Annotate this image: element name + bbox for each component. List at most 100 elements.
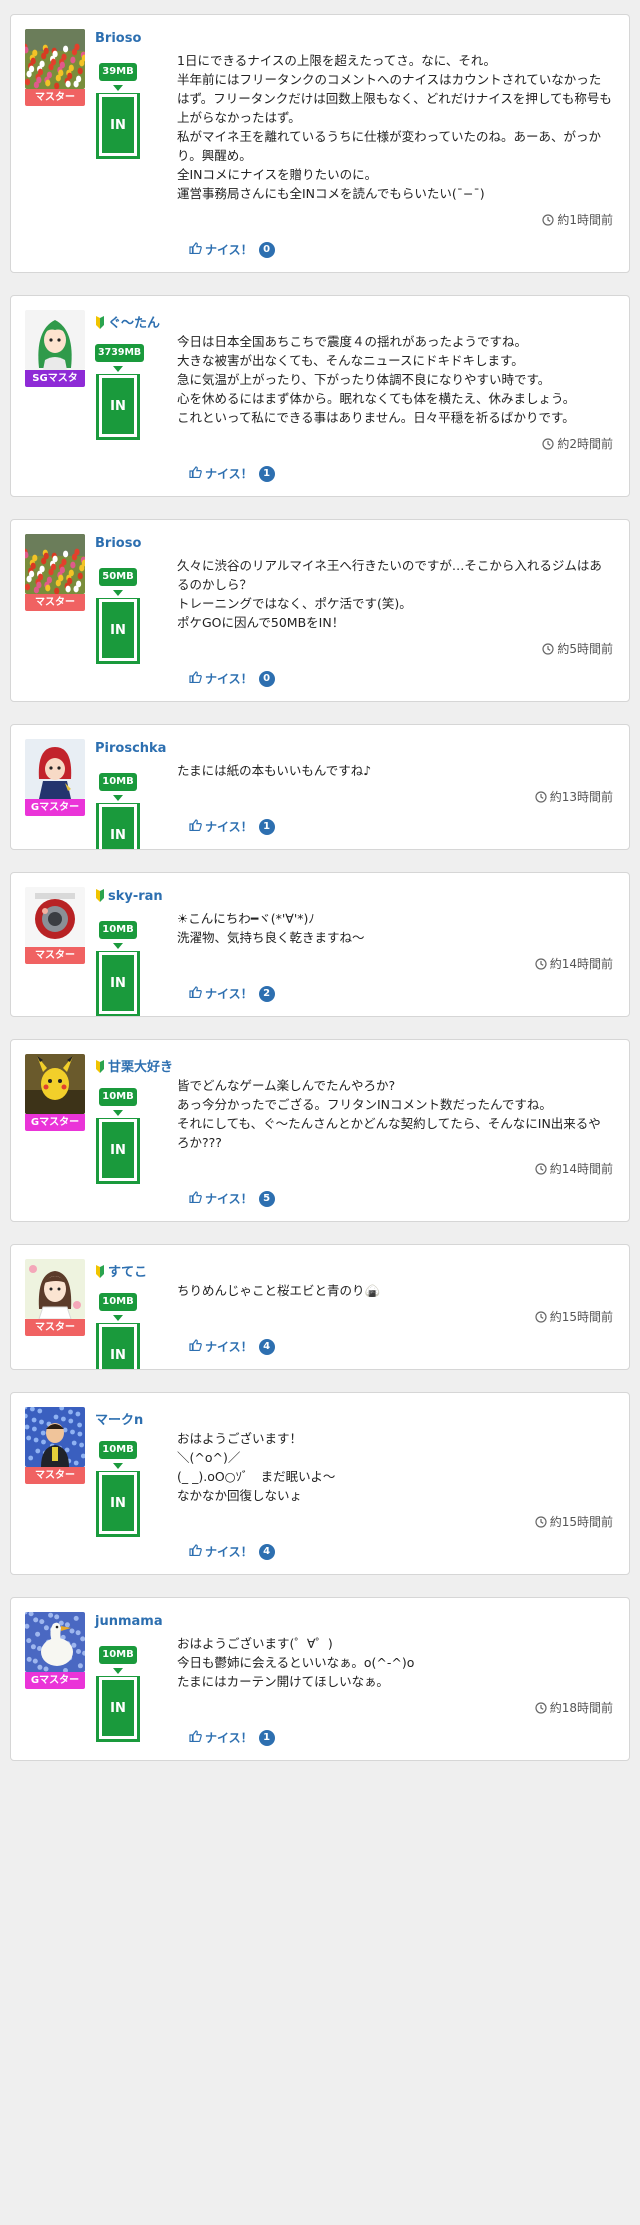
nice-count-badge: 2 — [258, 985, 275, 1002]
nice-label: ナイス！ — [205, 820, 253, 834]
user-avatar[interactable] — [25, 310, 85, 370]
user-avatar[interactable] — [25, 887, 85, 947]
in-amount-block: 10MB IN — [95, 1642, 141, 1742]
post-card: Gマスター junmama 10MB IN おはようございます(゜∀゜) 今日も鬱姉に会… — [10, 1597, 630, 1761]
in-label: IN — [102, 1475, 134, 1531]
thumbs-up-icon — [189, 1191, 202, 1206]
user-name[interactable]: Brioso — [95, 31, 141, 46]
nice-button[interactable]: ナイス！ 4 — [189, 1338, 275, 1355]
rank-badge: Gマスター — [25, 1114, 85, 1131]
user-avatar-block[interactable]: Gマスター — [25, 1054, 85, 1131]
comment-text: ☀こんにちわ━ヾ(*'∀'*)ﾉ 洗濯物、気持ち良く乾きますね〜 — [177, 911, 365, 945]
user-name-link[interactable]: Brioso — [95, 31, 141, 46]
beginner-mark-icon — [95, 1060, 105, 1077]
down-arrow-icon — [113, 943, 123, 949]
time-ago-text: 約1時間前 — [557, 213, 613, 227]
nice-label: ナイス！ — [205, 987, 253, 1001]
mb-amount-badge: 10MB — [99, 1646, 137, 1664]
in-label: IN — [102, 1122, 134, 1178]
rank-badge: マスター — [25, 1319, 85, 1336]
post-card: マスター すてこ 10MB IN ちりめんじゃこと桜エビと青のり🍙 約15時間前 ナイス！ 4 — [10, 1244, 630, 1370]
comment-text: ちりめんじゃこと桜エビと青のり🍙 — [177, 1283, 381, 1298]
user-avatar-block[interactable]: Gマスター — [25, 1612, 85, 1689]
nice-button[interactable]: ナイス！ 0 — [189, 241, 275, 258]
user-name[interactable]: ぐ〜たん — [108, 316, 160, 331]
in-tank-icon: IN — [96, 1471, 140, 1537]
in-amount-block: 10MB IN — [95, 769, 141, 849]
user-name-link[interactable]: マークn — [95, 1409, 143, 1428]
nice-count-badge: 4 — [258, 1543, 275, 1560]
nice-count-badge: 1 — [258, 1729, 275, 1746]
in-amount-block: 10MB IN — [95, 1084, 141, 1184]
mb-amount-badge: 3739MB — [95, 344, 145, 362]
user-avatar[interactable] — [25, 1259, 85, 1319]
nice-label: ナイス！ — [205, 1192, 253, 1206]
nice-label: ナイス！ — [205, 672, 253, 686]
time-ago-text: 約13時間前 — [549, 790, 613, 804]
nice-button[interactable]: ナイス！ 1 — [189, 465, 275, 482]
user-name[interactable]: junmama — [95, 1614, 163, 1629]
down-arrow-icon — [113, 795, 123, 801]
nice-count-badge: 0 — [258, 670, 275, 687]
user-name-link[interactable]: すてこ — [95, 1261, 147, 1282]
free-tank-feed: マスター Brioso 39MB IN 1日にできるナイスの上限を超えたってさ。なに、そ… — [10, 14, 630, 1761]
clock-icon — [535, 958, 547, 973]
user-avatar-block[interactable]: マスター — [25, 1259, 85, 1336]
comment-text: 今日は日本全国あちこちで震度４の揺れがあったようですね。 大きな被害が出なくても… — [177, 334, 576, 425]
user-avatar-block[interactable]: マスター — [25, 534, 85, 611]
mb-amount-badge: 10MB — [99, 1441, 137, 1459]
user-name-link[interactable]: junmama — [95, 1614, 163, 1629]
user-name[interactable]: 甘栗大好き — [108, 1060, 173, 1075]
rank-badge: Gマスター — [25, 799, 85, 816]
user-avatar-block[interactable]: SGマスタ — [25, 310, 85, 387]
user-name[interactable]: Brioso — [95, 536, 141, 551]
user-avatar-block[interactable]: マスター — [25, 29, 85, 106]
time-ago-text: 約18時間前 — [549, 1701, 613, 1715]
user-name[interactable]: sky-ran — [108, 889, 163, 904]
user-avatar-block[interactable]: マスター — [25, 1407, 85, 1484]
rank-badge: マスター — [25, 594, 85, 611]
user-avatar[interactable] — [25, 1407, 85, 1467]
mb-amount-badge: 10MB — [99, 1088, 137, 1106]
thumbs-up-icon — [189, 1730, 202, 1745]
rank-badge: Gマスター — [25, 1672, 85, 1689]
post-card: マスター Brioso 39MB IN 1日にできるナイスの上限を超えたってさ。なに、そ… — [10, 14, 630, 273]
user-avatar-block[interactable]: マスター — [25, 887, 85, 964]
mb-amount-badge: 10MB — [99, 773, 137, 791]
user-name[interactable]: マークn — [95, 1413, 143, 1428]
in-amount-block: 3739MB IN — [95, 340, 145, 440]
clock-icon — [535, 1311, 547, 1326]
down-arrow-icon — [113, 1315, 123, 1321]
clock-icon — [535, 1702, 547, 1717]
comment-text: おはようございます(゜∀゜) 今日も鬱姉に会えるといいなぁ。o(^-^)o たま… — [177, 1636, 415, 1689]
nice-button[interactable]: ナイス！ 4 — [189, 1543, 275, 1560]
user-name[interactable]: すてこ — [108, 1265, 147, 1280]
user-name-link[interactable]: Piroschka — [95, 741, 166, 756]
mb-amount-badge: 10MB — [99, 921, 137, 939]
post-card: マスター Brioso 50MB IN 久々に渋谷のリアルマイネ王へ行きたいのですが…そ… — [10, 519, 630, 702]
user-avatar-block[interactable]: Gマスター — [25, 739, 85, 816]
nice-button[interactable]: ナイス！ 1 — [189, 818, 275, 835]
user-avatar[interactable] — [25, 1054, 85, 1114]
user-name-link[interactable]: sky-ran — [95, 889, 163, 906]
user-name-link[interactable]: Brioso — [95, 536, 141, 551]
user-avatar[interactable] — [25, 29, 85, 89]
nice-button[interactable]: ナイス！ 1 — [189, 1729, 275, 1746]
nice-button[interactable]: ナイス！ 5 — [189, 1190, 275, 1207]
user-name[interactable]: Piroschka — [95, 741, 166, 756]
mb-amount-badge: 50MB — [99, 568, 137, 586]
in-tank-icon: IN — [96, 1676, 140, 1742]
user-name-link[interactable]: 甘栗大好き — [95, 1056, 173, 1077]
nice-count-badge: 5 — [258, 1190, 275, 1207]
in-tank-icon: IN — [96, 598, 140, 664]
user-avatar[interactable] — [25, 1612, 85, 1672]
comment-text: たまには紙の本もいいもんですね♪ — [177, 763, 372, 778]
user-avatar[interactable] — [25, 534, 85, 594]
user-name-link[interactable]: ぐ〜たん — [95, 312, 160, 333]
time-ago-text: 約14時間前 — [549, 957, 613, 971]
nice-button[interactable]: ナイス！ 0 — [189, 670, 275, 687]
in-label: IN — [102, 97, 134, 153]
user-avatar[interactable] — [25, 739, 85, 799]
nice-button[interactable]: ナイス！ 2 — [189, 985, 275, 1002]
clock-icon — [535, 1163, 547, 1178]
